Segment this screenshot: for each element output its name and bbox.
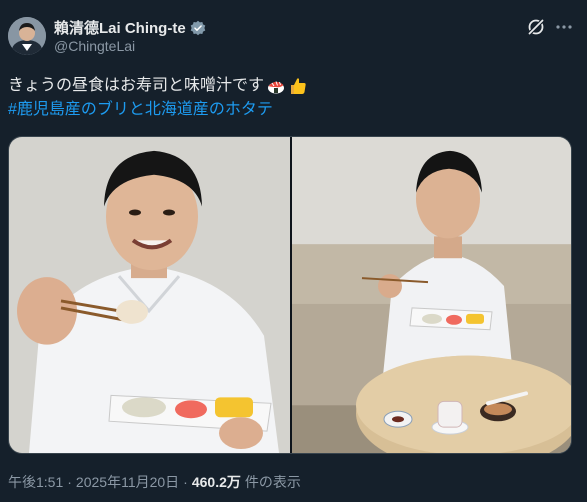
tweet-post: 賴清德Lai Ching-te @ChingteLai きょうの昼食はお寿司と味… [0,0,587,502]
media-grid [8,136,572,454]
post-meta: 午後1:51 · 2025年11月20日 · 460.2万 件の表示 [8,472,301,492]
post-date[interactable]: 2025年11月20日 [76,472,179,492]
author-name-row: 賴清德Lai Ching-te [54,17,206,38]
hashtag-link[interactable]: #鹿児島産のブリと北海道産のホタテ [8,100,273,120]
post-text: きょうの昼食はお寿司と味噌汁です [8,76,308,96]
meta-separator-2: · [183,474,188,490]
meta-separator: · [67,474,72,490]
sushi-emoji-icon [266,76,286,96]
post-time[interactable]: 午後1:51 [8,472,63,492]
views-count[interactable]: 460.2万 [192,472,241,492]
post-body: きょうの昼食はお寿司と味噌汁です [8,77,265,94]
author-display-name[interactable]: 賴清德Lai Ching-te [54,17,186,38]
author-handle[interactable]: @ChingteLai [54,38,135,54]
thumbs-up-emoji-icon [288,76,308,96]
views-label: 件の表示 [244,474,301,490]
more-icon[interactable] [554,17,574,37]
avatar[interactable] [8,17,46,55]
verified-badge-icon[interactable] [190,20,206,36]
grok-icon[interactable] [526,17,546,37]
photo-right[interactable] [292,137,571,453]
photo-left[interactable] [9,137,290,453]
